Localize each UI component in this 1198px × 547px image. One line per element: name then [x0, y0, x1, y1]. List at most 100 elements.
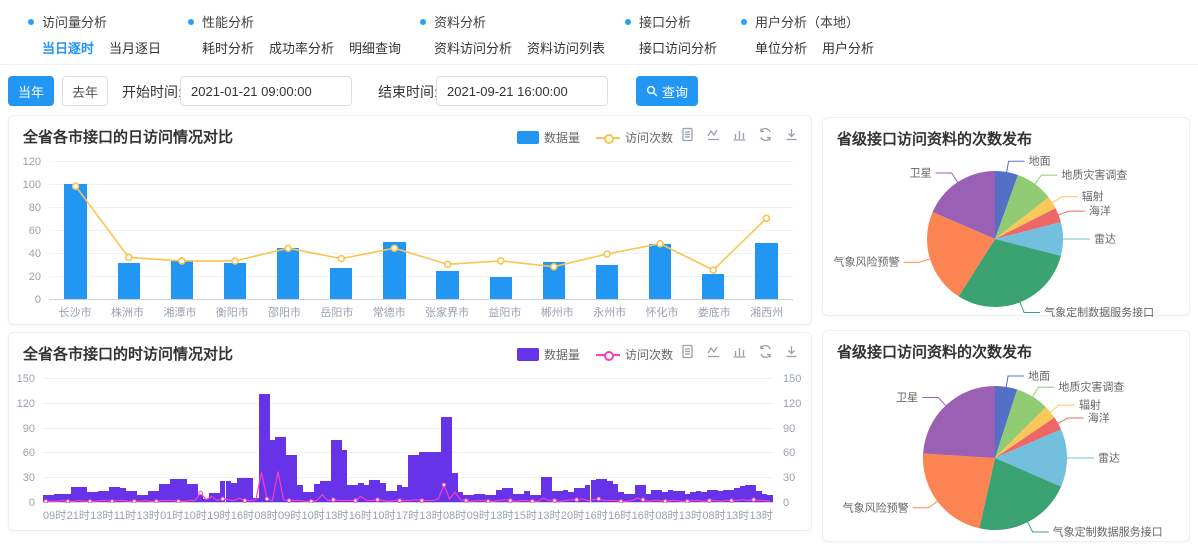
legend-label: 访问次数 — [625, 346, 673, 363]
start-time-input[interactable] — [180, 76, 352, 106]
bar[interactable] — [543, 262, 565, 299]
y-tick-label: 0 — [17, 294, 41, 306]
bar[interactable] — [596, 265, 618, 300]
search-icon — [646, 85, 658, 97]
bar[interactable] — [436, 271, 458, 299]
bar[interactable] — [702, 274, 724, 299]
chart-legend: 数据量 访问次数 — [517, 129, 673, 146]
search-button[interactable]: 查询 — [636, 76, 698, 106]
daily-chart-canvas[interactable] — [49, 162, 793, 300]
x-tick-label: 岳阳市 — [320, 304, 353, 320]
bar[interactable] — [755, 243, 777, 299]
bullet-icon — [188, 19, 194, 25]
nav-item-data-access-analysis[interactable]: 资料访问分析 — [434, 38, 512, 57]
x-tick-label: 16时 — [349, 507, 372, 523]
pie-label-气象定制数据服务接口: 气象定制数据服务接口 — [1053, 524, 1163, 538]
bar[interactable] — [649, 244, 671, 299]
x-tick-label: 13时 — [679, 507, 702, 523]
bar-chart-switch-icon[interactable] — [732, 127, 747, 142]
nav-item-daily-month[interactable]: 当月逐日 — [109, 38, 161, 57]
x-tick-label: 08时 — [254, 507, 277, 523]
pie-label-地质灾害调查: 地质灾害调查 — [1061, 168, 1127, 182]
bar[interactable] — [277, 248, 299, 299]
x-tick-label: 13时 — [419, 507, 442, 523]
bar[interactable] — [118, 263, 140, 299]
legend-label: 数据量 — [544, 346, 580, 363]
panel-pie-province-top: 省级接口访问资料的次数发布 地面地质灾害调查辐射海洋雷达气象定制数据服务接口气象… — [822, 117, 1190, 316]
nav-item-user-analysis[interactable]: 用户分析 — [822, 38, 874, 57]
nav-group-label: 资料分析 — [434, 12, 486, 31]
bar[interactable] — [330, 268, 352, 299]
y-tick-label: 150 — [783, 373, 807, 385]
pie-label-海洋: 海洋 — [1088, 411, 1110, 425]
x-tick-label: 常德市 — [373, 304, 406, 320]
x-tick-label: 13时 — [726, 507, 749, 523]
nav-group-title: 用户分析（本地） — [741, 12, 874, 31]
gridline — [49, 207, 793, 208]
nav-item-time-cost[interactable]: 耗时分析 — [202, 38, 254, 57]
pie-label-卫星: 卫星 — [910, 166, 932, 179]
gridline — [49, 230, 793, 231]
nav-group-visits: 访问量分析 当日逐时 当月逐日 — [28, 12, 161, 57]
download-icon[interactable] — [784, 344, 799, 359]
nav-item-unit-analysis[interactable]: 单位分析 — [755, 38, 807, 57]
pie-label-雷达: 雷达 — [1094, 233, 1116, 246]
data-view-icon[interactable] — [680, 344, 695, 359]
bar-chart-switch-icon[interactable] — [732, 344, 747, 359]
nav-group-label: 接口分析 — [639, 12, 691, 31]
legend-item-visits-line[interactable]: 访问次数 — [596, 346, 673, 363]
bullet-icon — [420, 19, 426, 25]
x-tick-label: 衡阳市 — [216, 304, 249, 320]
last-year-button[interactable]: 去年 — [62, 76, 108, 106]
pie-slice-卫星[interactable] — [923, 386, 995, 458]
chart-toolbox — [680, 344, 799, 359]
x-tick-label: 株洲市 — [111, 304, 144, 320]
line-chart-switch-icon[interactable] — [706, 127, 721, 142]
nav-item-interface-access[interactable]: 接口访问分析 — [639, 38, 717, 57]
data-view-icon[interactable] — [680, 127, 695, 142]
nav-item-hourly-today[interactable]: 当日逐时 — [42, 38, 94, 57]
x-tick-label: 长沙市 — [59, 304, 92, 320]
y-tick-label: 120 — [11, 398, 35, 410]
y-tick-label: 40 — [17, 248, 41, 260]
x-tick-label: 娄底市 — [698, 304, 731, 320]
bar[interactable] — [383, 242, 405, 300]
x-tick-label: 08时 — [702, 507, 725, 523]
y-tick-label: 30 — [11, 472, 35, 484]
gridline — [43, 378, 773, 379]
province-access-pie-chart[interactable]: 地面地质灾害调查辐射海洋雷达气象定制数据服务接口气象风险预警卫星 — [823, 362, 1189, 542]
gridline — [43, 452, 773, 453]
y-tick-label: 120 — [17, 156, 41, 168]
legend-item-databar[interactable]: 数据量 — [517, 346, 580, 363]
x-tick-label: 08时 — [655, 507, 678, 523]
refresh-icon[interactable] — [758, 344, 773, 359]
line-chart-switch-icon[interactable] — [706, 344, 721, 359]
bar[interactable] — [171, 261, 193, 299]
nav-item-data-access-list[interactable]: 资料访问列表 — [527, 38, 605, 57]
x-tick-label: 郴州市 — [541, 304, 574, 320]
refresh-icon[interactable] — [758, 127, 773, 142]
nav-item-detail-query[interactable]: 明细查询 — [349, 38, 401, 57]
legend-item-databar[interactable]: 数据量 — [517, 129, 580, 146]
bar[interactable] — [64, 184, 86, 299]
this-year-button[interactable]: 当年 — [8, 76, 54, 106]
y-axis-labels: 020406080100120 — [17, 162, 45, 300]
x-tick-label: 17时 — [396, 507, 419, 523]
download-icon[interactable] — [784, 127, 799, 142]
pie-label-海洋: 海洋 — [1089, 204, 1111, 218]
gridline — [43, 428, 773, 429]
bar[interactable] — [224, 263, 246, 299]
end-time-input[interactable] — [436, 76, 608, 106]
y-tick-label: 120 — [783, 398, 807, 410]
y-tick-label: 150 — [11, 373, 35, 385]
chart-legend: 数据量 访问次数 — [517, 346, 673, 363]
province-access-pie-chart[interactable]: 地面地质灾害调查辐射海洋雷达气象定制数据服务接口气象风险预警卫星 — [823, 149, 1189, 317]
legend-item-visits-line[interactable]: 访问次数 — [596, 129, 673, 146]
x-tick-label: 13时 — [490, 507, 513, 523]
bar[interactable] — [767, 495, 773, 502]
hourly-chart-canvas[interactable] — [43, 379, 773, 503]
nav-item-success-rate[interactable]: 成功率分析 — [269, 38, 334, 57]
nav-group-interface: 接口分析 接口访问分析 — [625, 12, 717, 57]
bar[interactable] — [490, 277, 512, 299]
nav-group-label: 用户分析（本地） — [755, 12, 859, 31]
